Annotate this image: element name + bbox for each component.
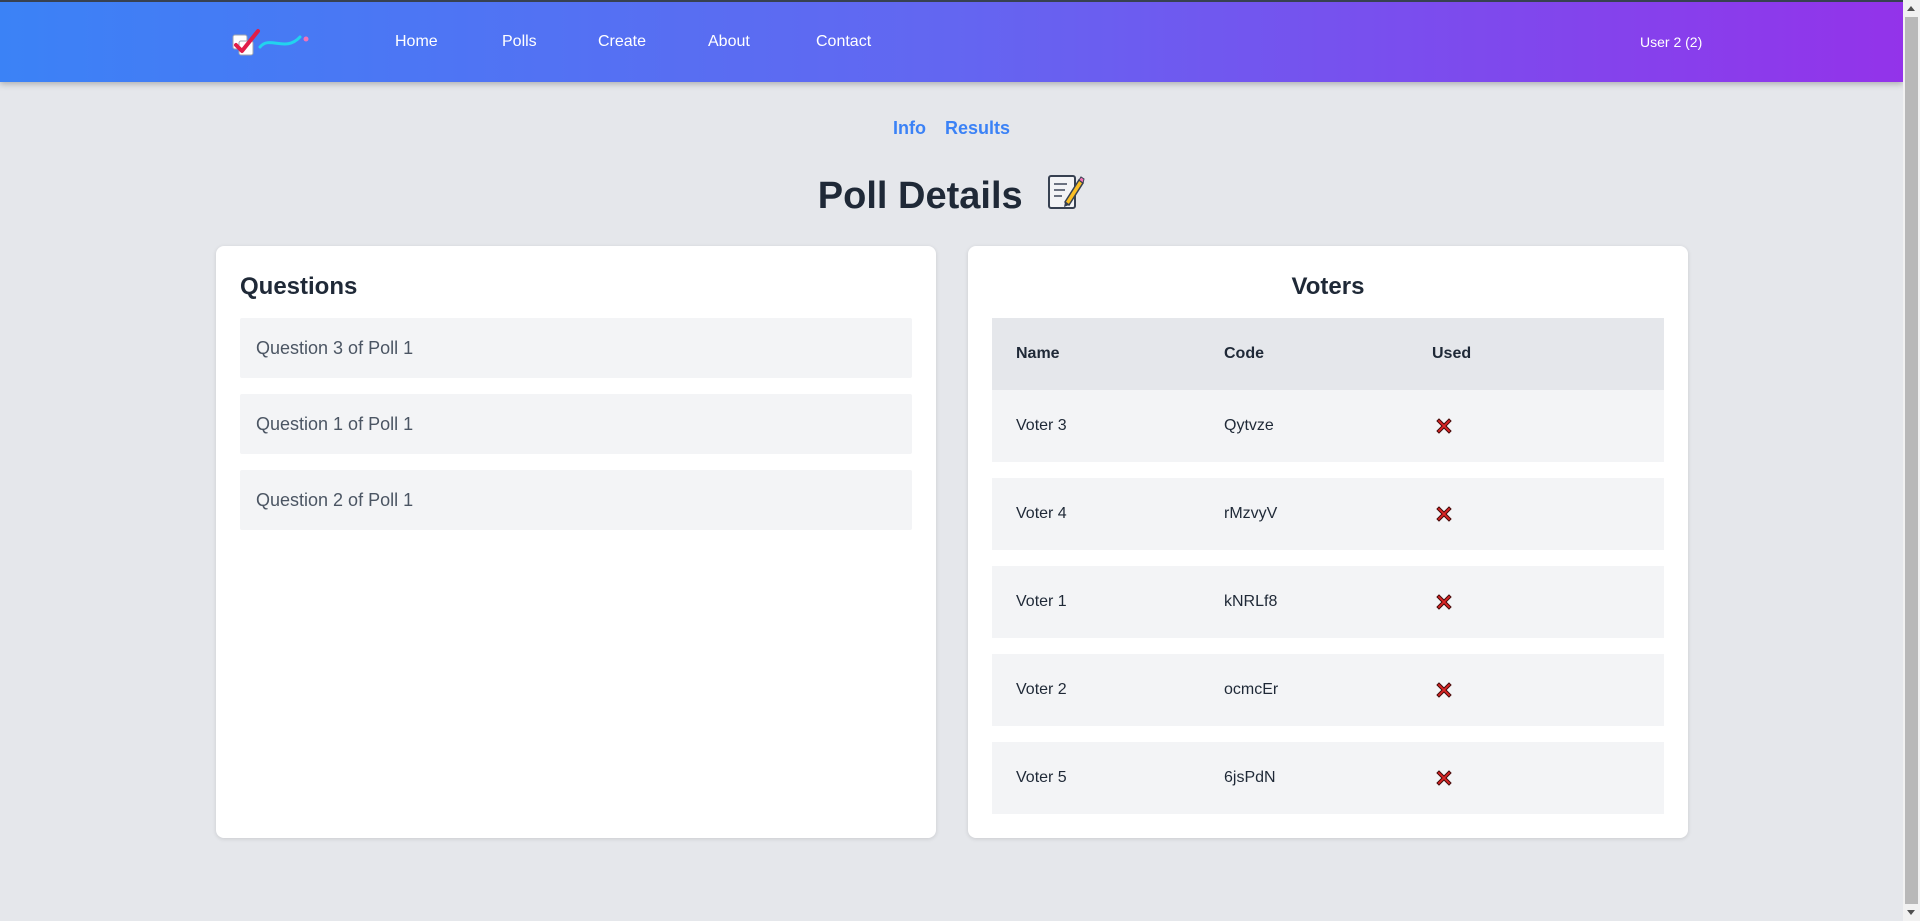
voter-name: Voter 3	[1016, 417, 1067, 434]
voter-name: Voter 4	[1016, 505, 1067, 522]
nav-about-link[interactable]: About	[708, 32, 750, 52]
cross-mark-icon	[1436, 682, 1452, 698]
question-item[interactable]: Question 1 of Poll 1	[240, 394, 912, 454]
table-row: Voter 1 kNRLf8	[992, 566, 1664, 638]
page-title-text: Poll Details	[817, 175, 1023, 217]
page-title: Poll Details	[0, 172, 1903, 220]
table-row: Voter 2 ocmcEr	[992, 654, 1664, 726]
questions-title: Questions	[240, 273, 358, 300]
column-header-name: Name	[1016, 345, 1060, 362]
cross-mark-icon	[1436, 418, 1452, 434]
voters-card: Voters Name Code Used Voter 3 Qytvze Vot…	[968, 246, 1688, 838]
table-row: Voter 5 6jsPdN	[992, 742, 1664, 814]
results-tab[interactable]: Results	[945, 118, 1010, 138]
memo-icon	[1048, 175, 1085, 209]
voter-name: Voter 5	[1016, 769, 1067, 786]
question-item[interactable]: Question 2 of Poll 1	[240, 470, 912, 530]
table-row: Voter 4 rMzvyV	[992, 478, 1664, 550]
cross-mark-icon	[1436, 506, 1452, 522]
cross-mark-icon	[1436, 770, 1452, 786]
voter-code: kNRLf8	[1224, 593, 1278, 610]
info-tab[interactable]: Info	[893, 118, 926, 138]
cross-mark-icon	[1436, 594, 1452, 610]
nav-home-link[interactable]: Home	[395, 32, 438, 52]
scroll-down-icon[interactable]	[1907, 910, 1915, 915]
window-border	[0, 0, 1903, 2]
table-row: Voter 3 Qytvze	[992, 390, 1664, 462]
voter-code: Qytvze	[1224, 417, 1274, 434]
scroll-up-icon[interactable]	[1907, 6, 1915, 11]
nav-create-link[interactable]: Create	[598, 32, 646, 52]
voters-title: Voters	[1291, 273, 1365, 300]
nav-polls-link[interactable]: Polls	[502, 32, 537, 52]
questions-card: Questions Question 3 of Poll 1 Question …	[216, 246, 936, 838]
user-menu[interactable]: User 2 (2)	[1640, 33, 1702, 51]
page-scrollbar[interactable]	[1903, 0, 1920, 921]
voter-name: Voter 1	[1016, 593, 1067, 610]
voter-code: rMzvyV	[1224, 505, 1278, 522]
nav-contact-link[interactable]: Contact	[816, 32, 871, 52]
voters-table-header: Name Code Used	[992, 318, 1664, 390]
voter-code: ocmcEr	[1224, 681, 1279, 698]
app-logo[interactable]	[230, 27, 312, 59]
voter-code: 6jsPdN	[1224, 769, 1276, 786]
column-header-used: Used	[1432, 345, 1472, 362]
question-item[interactable]: Question 3 of Poll 1	[240, 318, 912, 378]
top-navbar: Home Polls Create About Contact User 2 (…	[0, 0, 1903, 82]
poll-subnav: Info Results	[0, 118, 1903, 139]
scrollbar-thumb[interactable]	[1905, 17, 1918, 904]
voter-name: Voter 2	[1016, 681, 1067, 698]
column-header-code: Code	[1224, 345, 1264, 362]
